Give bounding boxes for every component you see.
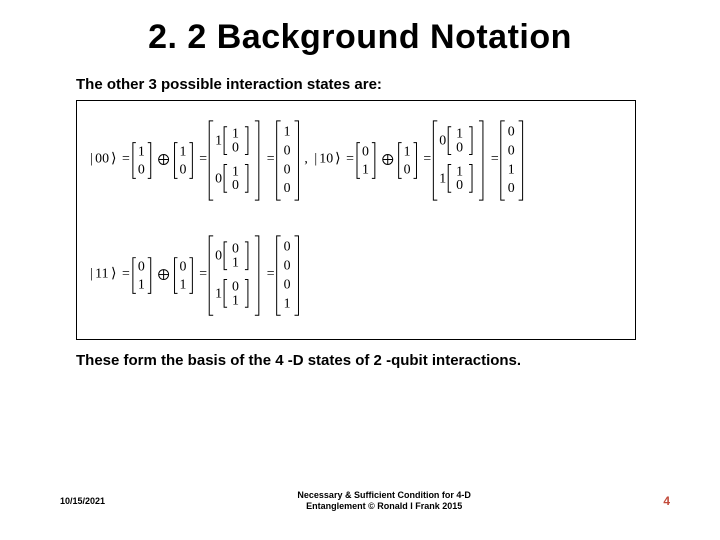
page-number: 4: [663, 494, 670, 508]
vec-11-b: 0 1: [175, 258, 193, 294]
svg-text:0: 0: [232, 178, 239, 193]
svg-text:1: 1: [138, 145, 145, 160]
svg-text:1: 1: [215, 134, 222, 149]
footer: 10/15/2021 Necessary & Sufficient Condit…: [0, 490, 720, 512]
result-11: 0 0 0 1: [277, 236, 299, 315]
footer-center: Necessary & Sufficient Condition for 4-D…: [105, 490, 663, 512]
equations-svg: | 00 ⟩ = 1 0 1 0 =: [77, 101, 635, 339]
svg-text:0: 0: [404, 162, 411, 177]
svg-text:0: 0: [138, 260, 145, 275]
eq-00-a: =: [122, 151, 130, 166]
svg-text:1: 1: [404, 145, 411, 160]
eq-00-c: =: [267, 151, 275, 166]
result-10: 0 0 1 0: [501, 121, 523, 200]
footer-center-line2: Entanglement © Ronald I Frank 2015: [105, 501, 663, 512]
block-00: 1 1 0 0 1 0: [209, 121, 259, 200]
svg-text:0: 0: [284, 162, 291, 177]
ket00-rangle: ⟩: [111, 151, 116, 166]
svg-text:0: 0: [138, 162, 145, 177]
svg-text:0: 0: [508, 144, 515, 159]
svg-text:0: 0: [232, 141, 239, 156]
comma-1: ,: [304, 151, 307, 166]
svg-text:1: 1: [284, 296, 291, 311]
svg-text:1: 1: [232, 293, 239, 308]
svg-text:0: 0: [179, 162, 186, 177]
svg-text:1: 1: [179, 145, 186, 160]
ket11-label: 11: [95, 267, 108, 282]
svg-text:1: 1: [508, 162, 515, 177]
svg-text:1: 1: [439, 171, 446, 186]
math-figure: | 00 ⟩ = 1 0 1 0 =: [76, 100, 636, 340]
svg-text:0: 0: [232, 242, 239, 257]
eq-10-c: =: [491, 151, 499, 166]
svg-text:1: 1: [232, 164, 239, 179]
ket10-rangle: ⟩: [335, 151, 340, 166]
svg-text:1: 1: [232, 127, 239, 142]
svg-text:1: 1: [232, 256, 239, 271]
eq-10-a: =: [346, 151, 354, 166]
svg-text:0: 0: [362, 145, 369, 160]
result-00: 1 0 0 0: [277, 121, 299, 200]
vec-10-a: 0 1: [357, 143, 375, 179]
footer-center-line1: Necessary & Sufficient Condition for 4-D: [105, 490, 663, 501]
svg-text:0: 0: [284, 240, 291, 255]
svg-text:0: 0: [215, 171, 222, 186]
intro-text: The other 3 possible interaction states …: [76, 76, 382, 93]
svg-text:0: 0: [179, 260, 186, 275]
svg-text:1: 1: [456, 164, 463, 179]
eq-00-b: =: [199, 151, 207, 166]
ket11-bar: |: [90, 267, 93, 282]
vec-11-a: 0 1: [133, 258, 151, 294]
svg-text:0: 0: [508, 125, 515, 140]
eq-10-b: =: [423, 151, 431, 166]
svg-text:1: 1: [138, 277, 145, 292]
vec-10-b: 1 0: [399, 143, 417, 179]
ket00-label: 00: [95, 151, 109, 166]
svg-text:1: 1: [215, 286, 222, 301]
svg-text:0: 0: [215, 249, 222, 264]
svg-text:0: 0: [508, 181, 515, 196]
page-title: 2. 2 Background Notation: [0, 18, 720, 57]
svg-text:0: 0: [284, 259, 291, 274]
eq-11-a: =: [122, 267, 130, 282]
footer-date: 10/15/2021: [60, 496, 105, 506]
svg-text:0: 0: [284, 277, 291, 292]
svg-text:0: 0: [284, 144, 291, 159]
slide: 2. 2 Background Notation The other 3 pos…: [0, 0, 720, 540]
svg-text:1: 1: [456, 127, 463, 142]
eq-11-c: =: [267, 267, 275, 282]
svg-text:0: 0: [456, 141, 463, 156]
block-11: 0 0 1 1 0 1: [209, 236, 259, 315]
eq-11-b: =: [199, 267, 207, 282]
svg-text:1: 1: [284, 125, 291, 140]
svg-text:1: 1: [362, 162, 369, 177]
conclusion-text: These form the basis of the 4 -D states …: [76, 352, 521, 369]
svg-text:0: 0: [284, 181, 291, 196]
ket11-rangle: ⟩: [111, 267, 116, 282]
block-10: 0 1 0 1 1 0: [433, 121, 483, 200]
ket00-bar: |: [90, 151, 93, 166]
vec-00-b: 1 0: [175, 143, 193, 179]
svg-text:0: 0: [232, 279, 239, 294]
svg-text:1: 1: [179, 277, 186, 292]
svg-text:0: 0: [456, 178, 463, 193]
ket10-bar: |: [314, 151, 317, 166]
vec-00-a: 1 0: [133, 143, 151, 179]
ket10-label: 10: [319, 151, 333, 166]
svg-text:0: 0: [439, 134, 446, 149]
